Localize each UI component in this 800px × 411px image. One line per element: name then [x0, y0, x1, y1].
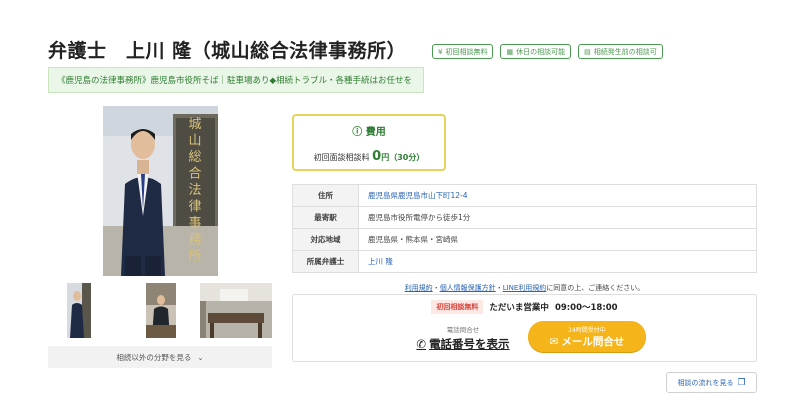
separator: ・ [432, 284, 440, 292]
consent-tail: に同意の上、ご連絡ください。 [546, 284, 645, 292]
badge-holiday-consultation: ▦ 休日の相談可能 [500, 44, 572, 59]
mail-sub-label: 24時間受付中 [568, 327, 606, 334]
sign-char: 山 [188, 134, 201, 149]
mail-inquiry-button[interactable]: 24時間受付中 ✉ メール問合せ [528, 321, 646, 352]
mail-label: メール問合せ [561, 336, 625, 348]
consultation-flow-button[interactable]: 相談の流れを見る ❐ [666, 372, 757, 393]
sign-char: 所 [188, 249, 201, 264]
sign-char: 城 [188, 117, 201, 132]
yen-icon: ¥ [438, 47, 443, 56]
address-link[interactable]: 鹿児島県鹿児島市山下町12-4 [358, 184, 757, 207]
fee-line: 初回面談相談料 0円（30分） [294, 149, 444, 164]
sign-char: 法 [188, 183, 201, 198]
info-key: 住所 [292, 184, 359, 207]
feature-badges: ¥ 初回相談無料 ▦ 休日の相談可能 ▤ 相続発生前の相談可 [432, 44, 663, 59]
table-row: 住所 鹿児島県鹿児島市山下町12-4 [292, 184, 757, 207]
phone-contact[interactable]: 電話問合せ ✆ 電話番号を表示 [403, 324, 523, 352]
money-icon: ⓘ [352, 127, 363, 138]
catchphrase-banner: 《鹿児島の法律事務所》鹿児島市役所そば｜駐車場あり◆相続トラブル・各種手続はお任… [48, 67, 424, 93]
show-phone-button[interactable]: ✆ 電話番号を表示 [403, 336, 523, 352]
office-info-table: 住所 鹿児島県鹿児島市山下町12-4 最寄駅 鹿児島市役所電停から徒歩1分 対応… [292, 184, 757, 273]
table-row: 最寄駅 鹿児島市役所電停から徒歩1分 [292, 206, 757, 229]
terms-link[interactable]: 利用規約 [405, 284, 433, 292]
phone-icon: ✆ [416, 337, 427, 351]
business-hours: 09:00〜18:00 [554, 303, 618, 313]
badge-label: 相続発生前の相談可 [593, 47, 657, 56]
business-status: 初回相談無料 ただいま営業中 09:00〜18:00 [293, 300, 756, 314]
sign-char: 律 [188, 200, 201, 215]
mail-icon: ✉ [549, 335, 559, 348]
sign-char: 合 [188, 167, 201, 182]
badge-label: 初回相談無料 [445, 47, 488, 56]
sign-char: 総 [188, 150, 201, 165]
fee-heading-text: 費用 [365, 127, 386, 138]
info-key: 最寄駅 [292, 206, 359, 229]
sign-char: 事 [188, 216, 201, 231]
info-key: 対応地域 [292, 228, 359, 251]
lawyer-portrait-image: 城山総合法律事務所 [103, 106, 218, 276]
fee-box: ⓘ 費用 初回面談相談料 0円（30分） [292, 114, 446, 171]
copy-window-icon: ❐ [737, 377, 746, 388]
lawyer-link[interactable]: 上川 隆 [358, 250, 757, 273]
thumbnail-2[interactable] [146, 283, 176, 338]
fee-amount: 0 [372, 149, 382, 164]
document-icon: ▤ [584, 47, 591, 56]
lawyer-main-photo[interactable]: 城山総合法律事務所 [103, 106, 218, 276]
sign-char: 務 [188, 233, 201, 248]
mail-main: ✉ メール問合せ [528, 334, 646, 349]
more-fields-label: 相続以外の分野を見る [116, 352, 192, 362]
privacy-policy-link[interactable]: 個人情報保護方針 [440, 284, 496, 292]
thumbnail-3[interactable] [200, 283, 272, 338]
flow-label: 相談の流れを見る [677, 378, 734, 387]
info-value: 鹿児島県・熊本県・宮崎県 [358, 228, 757, 251]
chevron-down-icon: ⌄ [197, 352, 204, 362]
show-phone-label: 電話番号を表示 [429, 337, 510, 351]
free-consultation-tag: 初回相談無料 [431, 300, 484, 314]
line-terms-link[interactable]: LINE利用規約 [503, 284, 547, 292]
open-status: ただいま営業中 [489, 303, 549, 313]
table-row: 対応地域 鹿児島県・熊本県・宮崎県 [292, 228, 757, 251]
badge-label: 休日の相談可能 [516, 47, 566, 56]
consent-text: 利用規約・個人情報保護方針・LINE利用規約に同意の上、ご連絡ください。 [292, 283, 757, 293]
fee-unit: 円（30分） [381, 153, 425, 162]
calendar-icon: ▦ [506, 47, 514, 56]
fee-heading: ⓘ 費用 [294, 123, 444, 138]
separator: ・ [495, 284, 503, 292]
thumbnail-1[interactable] [67, 283, 91, 338]
table-row: 所属弁護士 上川 隆 [292, 250, 757, 273]
badge-pre-inheritance: ▤ 相続発生前の相談可 [578, 44, 663, 59]
contact-box: 初回相談無料 ただいま営業中 09:00〜18:00 電話問合せ ✆ 電話番号を… [292, 294, 757, 362]
fee-label: 初回面談相談料 [313, 153, 370, 162]
office-sign-text: 城山総合法律事務所 [188, 117, 201, 264]
info-value: 鹿児島市役所電停から徒歩1分 [358, 206, 757, 229]
photo-thumbnails [48, 283, 272, 339]
info-key: 所属弁護士 [292, 250, 359, 273]
badge-free-consultation: ¥ 初回相談無料 [432, 44, 494, 59]
more-fields-toggle[interactable]: 相続以外の分野を見る ⌄ [48, 346, 272, 368]
page-title: 弁護士 上川 隆（城山総合法律事務所） [48, 40, 407, 62]
phone-sub-label: 電話問合せ [446, 326, 480, 334]
